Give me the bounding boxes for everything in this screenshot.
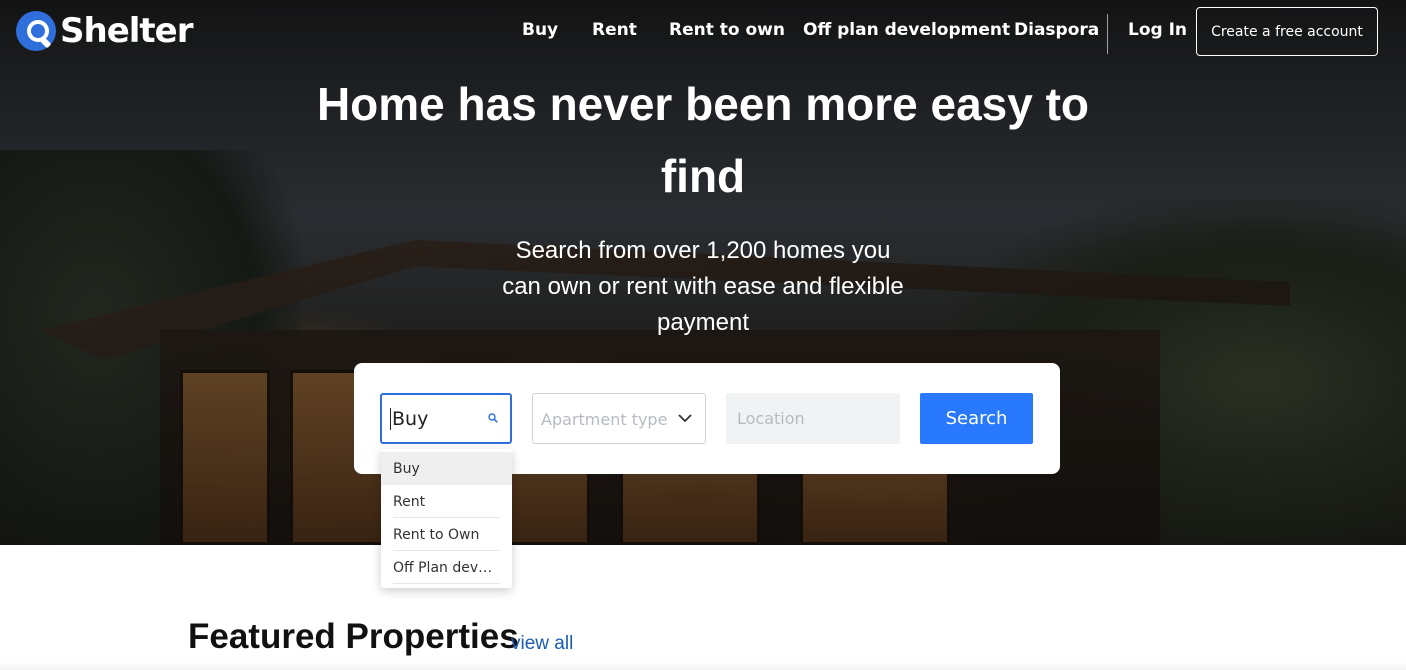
login-link[interactable]: Log In [1128,20,1187,40]
nav-diaspora[interactable]: Diaspora [1014,20,1099,40]
apartment-type-select[interactable]: Apartment type [532,393,706,444]
listing-type-value: Buy [389,408,429,430]
apartment-type-placeholder: Apartment type [541,410,668,429]
hero-subtitle-line: Search from over 1,200 homes you [515,237,891,264]
nav-rent-to-own[interactable]: Rent to own [669,20,785,40]
listing-type-dropdown: Buy Rent Rent to Own Off Plan devel... [381,449,512,588]
brand-name: Shelter [60,11,193,51]
chevron-down-icon [678,414,692,423]
dropdown-option-label: Rent [393,493,426,510]
dropdown-option-buy[interactable]: Buy [381,452,512,485]
search-button[interactable]: Search [920,393,1033,444]
hero-title-line: Home has never been more easy to [316,78,1090,130]
create-account-button[interactable]: Create a free account [1196,7,1378,56]
view-all-link[interactable]: view all [511,633,573,655]
section-divider [0,662,1406,670]
dropdown-option-label: Rent to Own [393,526,480,543]
featured-properties-heading: Featured Properties [188,617,519,656]
location-input[interactable] [726,393,900,444]
dropdown-option-label: Off Plan devel... [393,559,497,576]
brand-logo[interactable]: Shelter [16,9,193,53]
hero-title-line: find [660,150,746,202]
nav-off-plan-development[interactable]: Off plan development [803,20,1010,40]
nav-divider [1107,14,1108,54]
hero-subtitle: Search from over 1,200 homes you can own… [0,233,1406,341]
nav-buy[interactable]: Buy [522,20,558,40]
logo-search-icon [16,11,56,51]
hero-subtitle-line: payment [656,309,750,336]
dropdown-option-off-plan[interactable]: Off Plan devel... [381,551,512,584]
dropdown-option-label: Buy [393,460,420,477]
dropdown-option-rent-to-own[interactable]: Rent to Own [381,518,512,551]
dropdown-option-rent[interactable]: Rent [381,485,512,518]
hero-title: Home has never been more easy to find [0,68,1406,212]
hero-subtitle-line: can own or rent with ease and flexible [502,273,904,300]
nav-rent[interactable]: Rent [592,20,637,40]
search-icon [488,413,498,423]
listing-type-select[interactable]: Buy [380,393,512,444]
